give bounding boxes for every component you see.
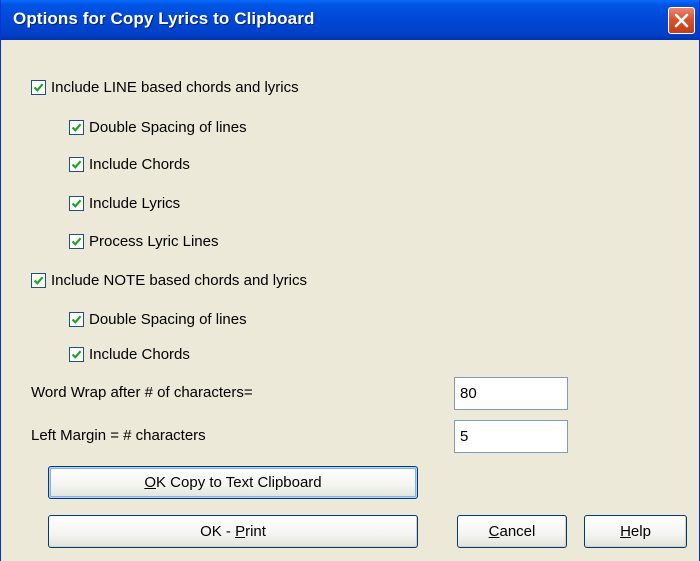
help-button-label: Help xyxy=(620,523,651,540)
line-include-lyrics-label: Include Lyrics xyxy=(89,194,181,212)
note-double-spacing-option[interactable]: Double Spacing of lines xyxy=(69,308,247,330)
note-based-checkbox[interactable] xyxy=(31,272,46,288)
checkmark-icon xyxy=(71,159,82,169)
note-based-label: Include NOTE based chords and lyrics xyxy=(51,271,307,289)
checkmark-icon xyxy=(71,314,82,324)
ok-copy-button-label: OK Copy to Text Clipboard xyxy=(144,474,322,491)
left-margin-input[interactable] xyxy=(454,420,568,453)
options-dialog: Options for Copy Lyrics to Clipboard Inc… xyxy=(0,0,700,561)
checkmark-icon xyxy=(33,82,44,92)
note-include-chords-option[interactable]: Include Chords xyxy=(69,343,190,365)
word-wrap-input[interactable] xyxy=(454,377,568,410)
close-icon xyxy=(674,13,689,28)
checkmark-icon xyxy=(71,198,82,208)
line-process-lyric-lines-checkbox[interactable] xyxy=(69,233,84,249)
title-bar[interactable]: Options for Copy Lyrics to Clipboard xyxy=(1,0,699,40)
checkmark-icon xyxy=(71,122,82,132)
help-button[interactable]: Help xyxy=(584,515,687,548)
line-based-option[interactable]: Include LINE based chords and lyrics xyxy=(31,76,299,98)
line-include-lyrics-option[interactable]: Include Lyrics xyxy=(69,192,180,214)
line-double-spacing-label: Double Spacing of lines xyxy=(89,118,247,136)
ok-print-button[interactable]: OK - Print xyxy=(48,515,418,548)
cancel-button[interactable]: Cancel xyxy=(457,515,567,548)
note-double-spacing-checkbox[interactable] xyxy=(69,311,84,327)
close-button[interactable] xyxy=(668,7,695,34)
line-process-lyric-lines-option[interactable]: Process Lyric Lines xyxy=(69,230,219,252)
cancel-button-label: Cancel xyxy=(488,523,536,540)
line-include-lyrics-checkbox[interactable] xyxy=(69,195,84,211)
window-title: Options for Copy Lyrics to Clipboard xyxy=(13,9,315,28)
note-double-spacing-label: Double Spacing of lines xyxy=(89,310,247,328)
note-based-option[interactable]: Include NOTE based chords and lyrics xyxy=(31,269,307,291)
line-based-checkbox[interactable] xyxy=(31,79,46,95)
ok-print-button-label: OK - Print xyxy=(200,523,266,540)
line-include-chords-option[interactable]: Include Chords xyxy=(69,153,190,175)
checkmark-icon xyxy=(71,349,82,359)
checkmark-icon xyxy=(71,236,82,246)
line-double-spacing-checkbox[interactable] xyxy=(69,119,84,135)
word-wrap-label: Word Wrap after # of characters= xyxy=(31,384,253,401)
ok-copy-button[interactable]: OK Copy to Text Clipboard xyxy=(48,466,418,499)
checkmark-icon xyxy=(33,275,44,285)
left-margin-label: Left Margin = # characters xyxy=(31,427,206,444)
note-include-chords-label: Include Chords xyxy=(89,345,190,363)
line-include-chords-checkbox[interactable] xyxy=(69,156,84,172)
note-include-chords-checkbox[interactable] xyxy=(69,346,84,362)
line-include-chords-label: Include Chords xyxy=(89,155,190,173)
line-double-spacing-option[interactable]: Double Spacing of lines xyxy=(69,116,247,138)
line-based-label: Include LINE based chords and lyrics xyxy=(51,78,299,96)
line-process-lyric-lines-label: Process Lyric Lines xyxy=(89,232,219,250)
